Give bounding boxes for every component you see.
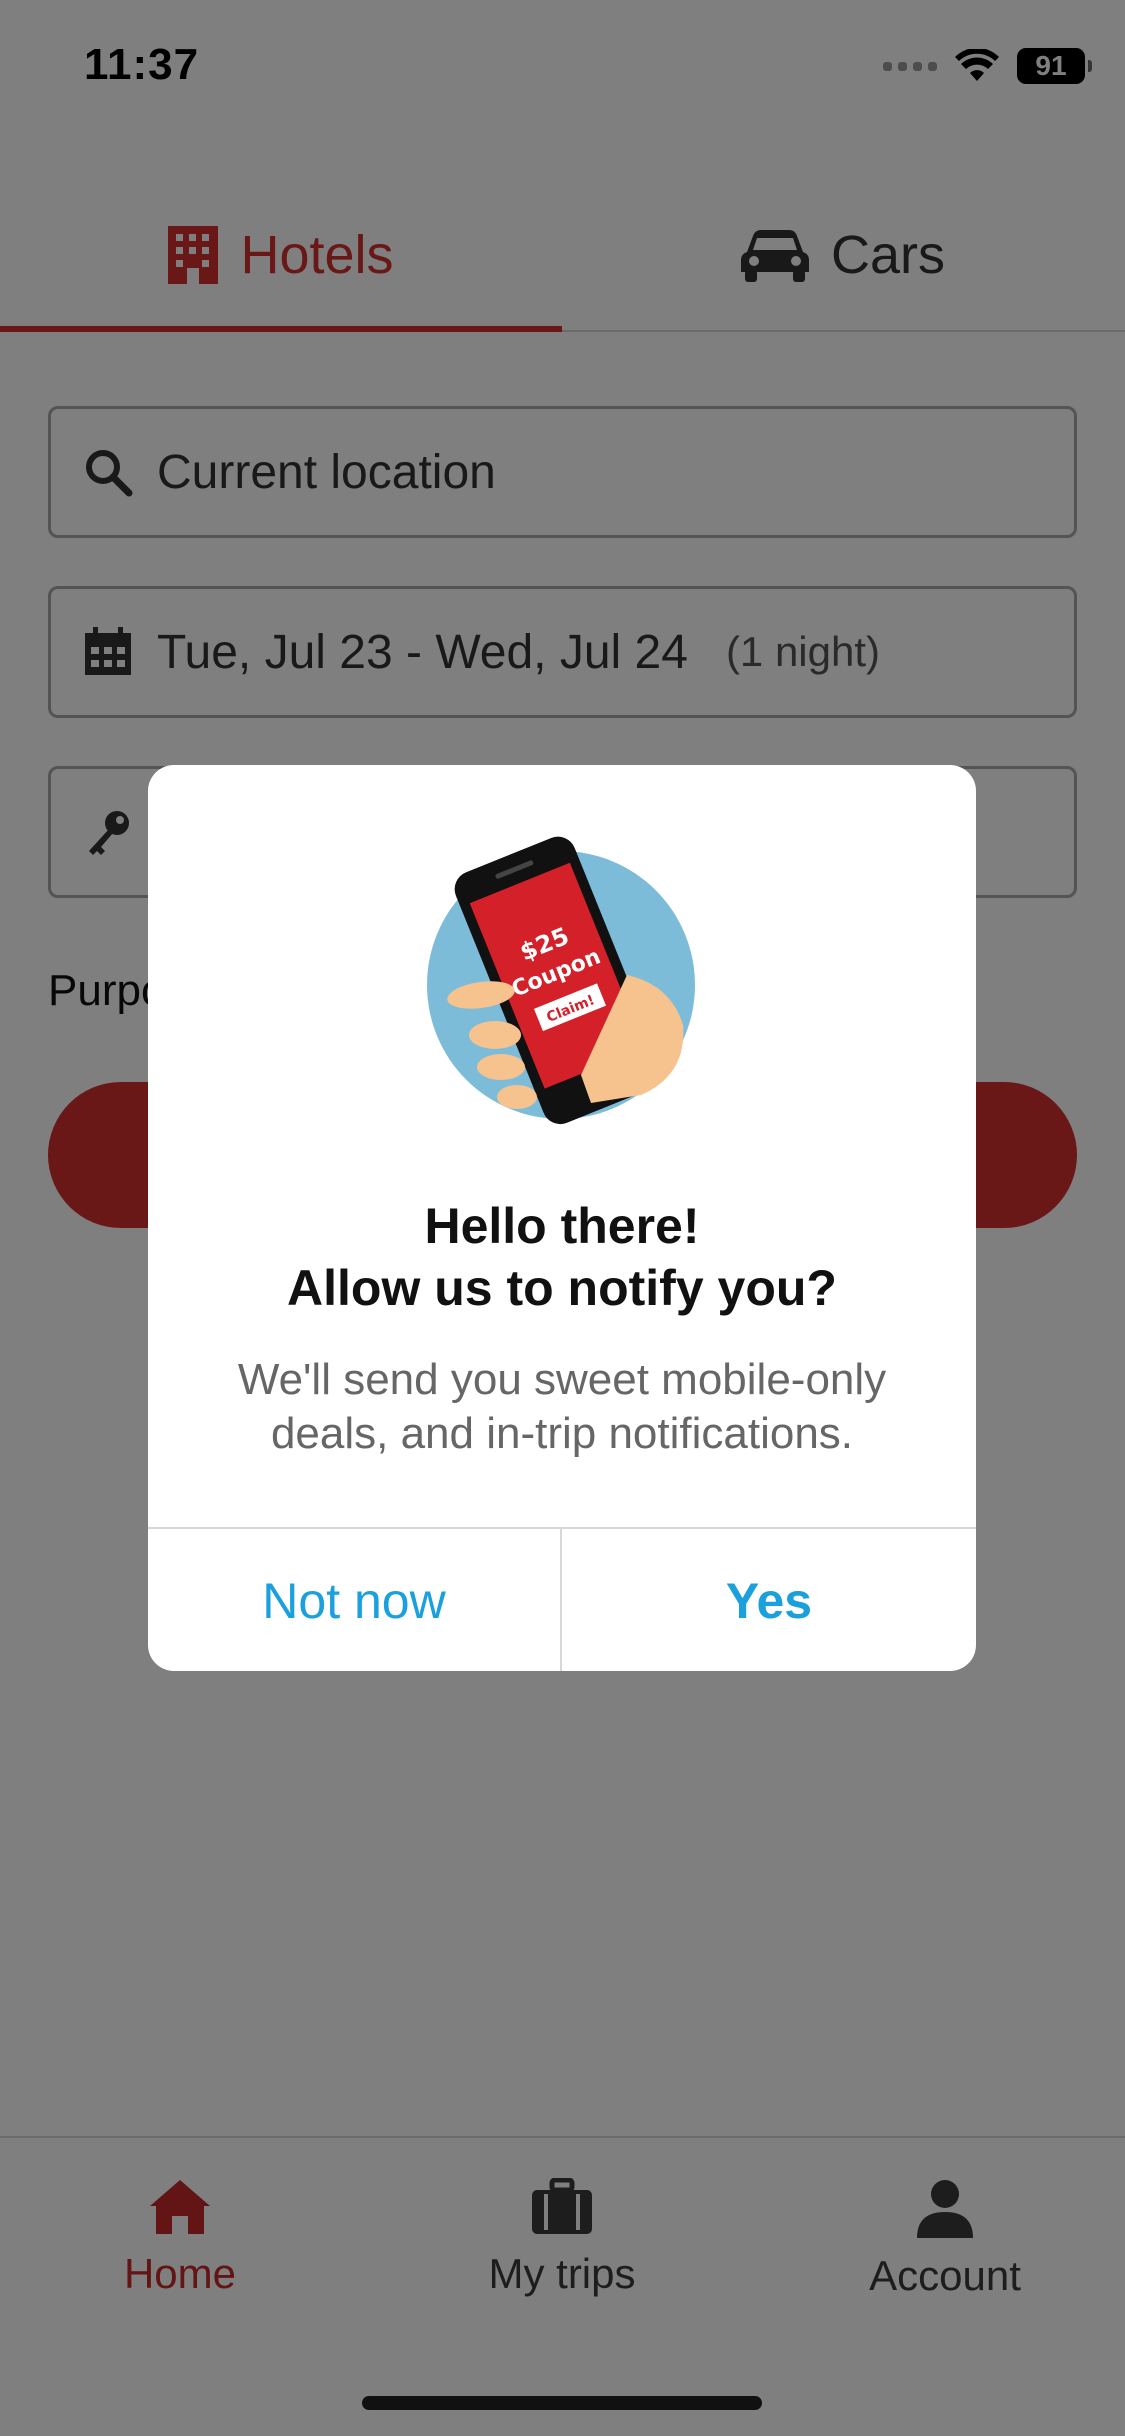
- yes-button[interactable]: Yes: [562, 1529, 976, 1671]
- coupon-phone-illustration: $25 Coupon Claim!: [427, 836, 695, 1125]
- dialog-title: Hello there! Allow us to notify you?: [148, 1195, 976, 1319]
- dialog-title-line-2: Allow us to notify you?: [287, 1260, 837, 1316]
- home-indicator: [362, 2396, 762, 2410]
- app-root: 11:37 91 Hotel: [0, 0, 1125, 2436]
- dialog-message-line-2: deals, and in-trip notifications.: [270, 1409, 854, 1458]
- dialog-message-line-1: We'll send you sweet mobile-only: [237, 1355, 887, 1404]
- dialog-message: We'll send you sweet mobile-only deals, …: [188, 1353, 936, 1461]
- dialog-actions: Not now Yes: [148, 1527, 976, 1671]
- not-now-button[interactable]: Not now: [148, 1529, 562, 1671]
- dialog-title-line-1: Hello there!: [424, 1198, 700, 1254]
- notification-permission-dialog: $25 Coupon Claim! Hello there! Allow us …: [148, 765, 976, 1671]
